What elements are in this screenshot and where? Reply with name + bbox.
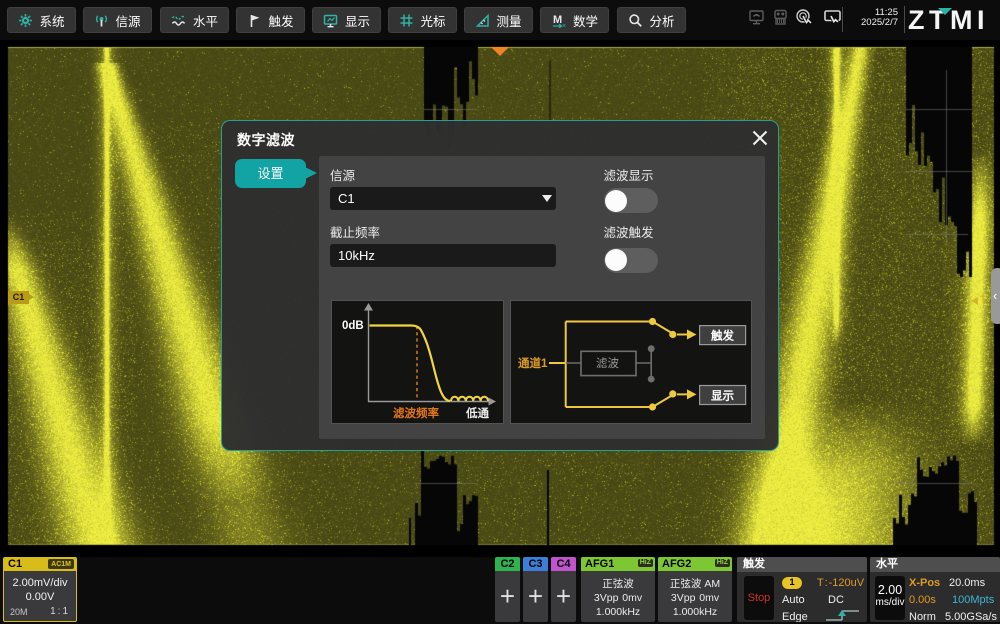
svg-text:M: M: [553, 14, 562, 26]
svg-text:0dB: 0dB: [342, 320, 364, 332]
svg-text:低通: 低通: [465, 406, 489, 420]
svg-text:通道1: 通道1: [518, 356, 548, 370]
svg-text:触发: 触发: [710, 328, 734, 342]
svg-text:×: ×: [562, 23, 566, 28]
svg-text:滤波: 滤波: [596, 357, 619, 370]
svg-text:滤波频率: 滤波频率: [393, 406, 439, 420]
svg-text:显示: 显示: [711, 389, 734, 402]
